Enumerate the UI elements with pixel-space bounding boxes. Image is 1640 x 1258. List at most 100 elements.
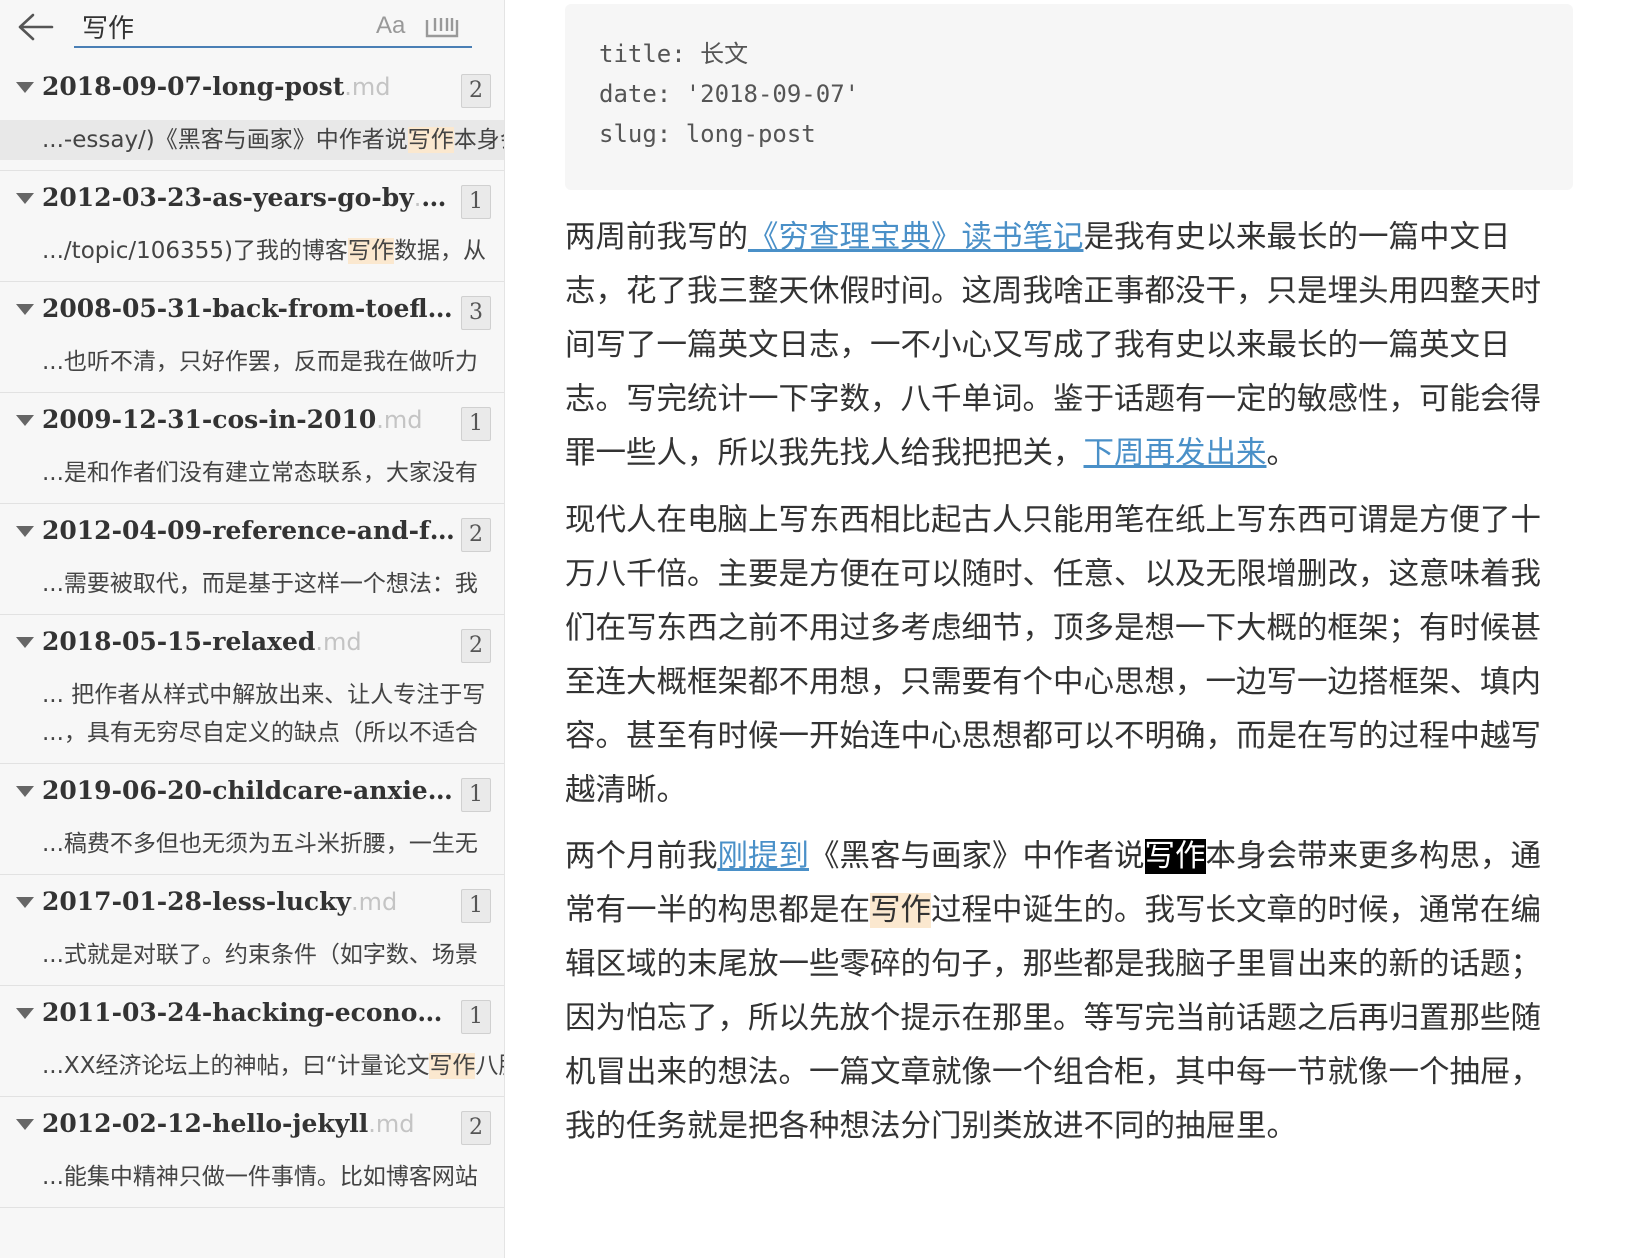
snippet-text: ...也听不清，只好作罢，反而是我在做听力 (42, 349, 478, 375)
file-name-base: 2012-02-12-hello-jekyll (42, 1109, 369, 1138)
result-header[interactable]: 2019-06-20-childcare-anxiety.md1 (0, 764, 504, 824)
match-count-badge: 2 (461, 629, 491, 663)
text-run: 两个月前我 (565, 839, 718, 874)
result-file-name[interactable]: 2008-05-31-back-from-toefl.md (42, 294, 457, 323)
paragraph-2: 现代人在电脑上写东西相比起古人只能用笔在纸上写东西可谓是方便了十万八千倍。主要是… (565, 503, 1541, 808)
snippet-match-highlight: 写作 (407, 127, 454, 153)
snippet-text: ...式就是对联了。约束条件（如字数、场景 (42, 942, 478, 968)
snippet-match-highlight: 写作 (347, 238, 394, 264)
result-snippet[interactable]: ...能集中精神只做一件事情。比如博客网站 (0, 1157, 504, 1197)
result-header[interactable]: 2008-05-31-back-from-toefl.md3 (0, 282, 504, 342)
match-count-badge: 2 (461, 518, 491, 552)
result-file-name[interactable]: 2019-06-20-childcare-anxiety.md (42, 776, 457, 805)
collapse-caret-icon[interactable] (16, 82, 34, 93)
result-snippet[interactable]: .../topic/106355)了我的博客写作数据，从 (0, 231, 504, 271)
match-count-badge: 2 (461, 74, 491, 108)
file-extension: .md (344, 73, 391, 101)
collapse-caret-icon[interactable] (16, 304, 34, 315)
result-header[interactable]: 2018-05-15-relaxed.md 2 (0, 615, 504, 675)
result-header[interactable]: 2017-01-28-less-lucky.md 1 (0, 875, 504, 935)
link-just-mentioned[interactable]: 刚提到 (718, 839, 810, 874)
text-run: 两周前我写的 (565, 220, 748, 255)
collapse-caret-icon[interactable] (16, 193, 34, 204)
search-result-group: 2011-03-24-hacking-econometrics.md1...XX… (0, 986, 504, 1097)
snippet-text: ...是和作者们没有建立常态联系，大家没有 (42, 460, 478, 486)
result-snippet[interactable]: ... 把作者从样式中解放出来、让人专注于写 (0, 675, 504, 715)
file-extension: .md (454, 777, 457, 805)
result-header[interactable]: 2011-03-24-hacking-econometrics.md1 (0, 986, 504, 1046)
file-extension: .md (413, 184, 457, 212)
collapse-caret-icon[interactable] (16, 526, 34, 537)
search-result-group: 2012-04-09-reference-and-footnote.md2...… (0, 504, 504, 615)
match-count-badge: 1 (461, 778, 491, 812)
collapse-caret-icon[interactable] (16, 897, 34, 908)
whole-word-icon[interactable] (424, 14, 460, 40)
snippet-text: .../topic/106355)了我的博客 (42, 238, 348, 264)
result-header[interactable]: 2012-02-12-hello-jekyll.md 2 (0, 1097, 504, 1157)
result-file-name[interactable]: 2012-02-12-hello-jekyll.md (42, 1109, 457, 1138)
snippet-text: ...稿费不多但也无须为五斗米折腰，一生无 (42, 831, 478, 857)
result-header[interactable]: 2012-03-23-as-years-go-by.md 1 (0, 171, 504, 231)
text-run: 是我有史以来最长的一篇中文日志，花了我三整天休假时间。这周我啥正事都没干，只是埋… (565, 220, 1541, 471)
match-count-badge: 2 (461, 1111, 491, 1145)
result-file-name[interactable]: 2012-03-23-as-years-go-by.md (42, 183, 457, 212)
result-snippet[interactable]: ...，具有无穷尽自定义的缺点（所以不适合 (0, 713, 504, 753)
collapse-caret-icon[interactable] (16, 637, 34, 648)
result-snippet[interactable]: ...式就是对联了。约束条件（如字数、场景 (0, 935, 504, 975)
match-count-badge: 1 (461, 407, 491, 441)
collapse-caret-icon[interactable] (16, 786, 34, 797)
result-file-name[interactable]: 2018-05-15-relaxed.md (42, 627, 457, 656)
result-header[interactable]: 2018-09-07-long-post.md 2 (0, 60, 504, 120)
result-snippet[interactable]: ...也听不清，只好作罢，反而是我在做听力 (0, 342, 504, 382)
result-file-name[interactable]: 2012-04-09-reference-and-footnote.md (42, 516, 457, 545)
result-snippet[interactable]: ...XX经济论坛上的神帖，曰“计量论文写作八股 (0, 1046, 504, 1086)
result-snippet[interactable]: ...-essay/)《黑客与画家》中作者说写作本身会带来更多构思 (0, 120, 504, 160)
front-matter-line: date: '2018-09-07' (599, 80, 860, 108)
search-result-group: 2018-09-07-long-post.md 2 ...-essay/)《黑客与画… (0, 60, 504, 171)
result-file-name[interactable]: 2011-03-24-hacking-econometrics.md (42, 998, 457, 1027)
snippet-text: ...需要被取代，而是基于这样一个想法：我 (42, 571, 478, 597)
match-count-badge: 1 (461, 1000, 491, 1034)
file-name-base: 2008-05-31-back-from-toefl (42, 294, 428, 323)
snippet-text: 八股 (475, 1053, 504, 1079)
snippet-text: 本身会带来更多构思 (453, 127, 504, 153)
result-file-name[interactable]: 2018-09-07-long-post.md (42, 72, 457, 101)
selected-match: 写作 (1144, 839, 1206, 874)
yaml-front-matter[interactable]: title: 长文 date: '2018-09-07' slug: long-… (565, 4, 1573, 190)
search-result-group: 2012-02-12-hello-jekyll.md 2 ...能集中精神只做一件事… (0, 1097, 504, 1208)
snippet-text: ...XX经济论坛上的神帖，曰“计量论文 (42, 1053, 430, 1079)
back-arrow-icon[interactable] (16, 10, 56, 44)
front-matter-line: title: 长文 (599, 40, 749, 68)
snippet-text: 数据，从 (393, 238, 486, 264)
match-count-badge: 1 (461, 889, 491, 923)
search-sidebar: Aa 2018-09-07-long-post.md2...-essay/)《黑… (0, 0, 505, 1258)
search-input[interactable] (74, 6, 472, 48)
collapse-caret-icon[interactable] (16, 415, 34, 426)
result-snippet[interactable]: ...稿费不多但也无须为五斗米折腰，一生无 (0, 824, 504, 864)
result-snippet[interactable]: ...是和作者们没有建立常态联系，大家没有 (0, 453, 504, 493)
file-name-base: 2009-12-31-cos-in-2010 (42, 405, 377, 434)
link-next-week[interactable]: 下周再发出来 (1084, 436, 1267, 471)
result-file-name[interactable]: 2009-12-31-cos-in-2010.md (42, 405, 457, 434)
result-header[interactable]: 2012-04-09-reference-and-footnote.md2 (0, 504, 504, 564)
paragraph-1: 两周前我写的《穷查理宝典》读书笔记是我有史以来最长的一篇中文日志，花了我三整天休… (565, 211, 1565, 481)
search-result-group: 2018-05-15-relaxed.md 2 ... 把作者从样式中解放出来、让人… (0, 615, 504, 764)
link-poor-charlie-notes[interactable]: 《穷查理宝典》读书笔记 (748, 220, 1084, 255)
search-result-group: 2017-01-28-less-lucky.md 1 ...式就是对联了。约束条件（… (0, 875, 504, 986)
result-file-name[interactable]: 2017-01-28-less-lucky.md (42, 887, 457, 916)
collapse-caret-icon[interactable] (16, 1008, 34, 1019)
match-count-badge: 1 (461, 185, 491, 219)
file-name-base: 2012-03-23-as-years-go-by (42, 183, 414, 212)
search-result-group: 2008-05-31-back-from-toefl.md3 ...也听不清，只好… (0, 282, 504, 393)
text-run: 。 (1266, 436, 1298, 471)
snippet-match-highlight: 写作 (429, 1053, 476, 1079)
case-sensitive-icon[interactable]: Aa (376, 12, 405, 40)
snippet-text: ...能集中精神只做一件事情。比如博客网站 (42, 1164, 478, 1190)
result-header[interactable]: 2009-12-31-cos-in-2010.md 1 (0, 393, 504, 453)
collapse-caret-icon[interactable] (16, 1119, 34, 1130)
snippet-text: ... 把作者从样式中解放出来、让人专注于写 (42, 682, 486, 708)
file-extension: .md (376, 406, 423, 434)
text-run: 《黑客与画家》中作者说 (809, 839, 1145, 874)
result-snippet[interactable]: ...需要被取代，而是基于这样一个想法：我 (0, 564, 504, 604)
file-name-base: 2018-09-07-long-post (42, 72, 345, 101)
